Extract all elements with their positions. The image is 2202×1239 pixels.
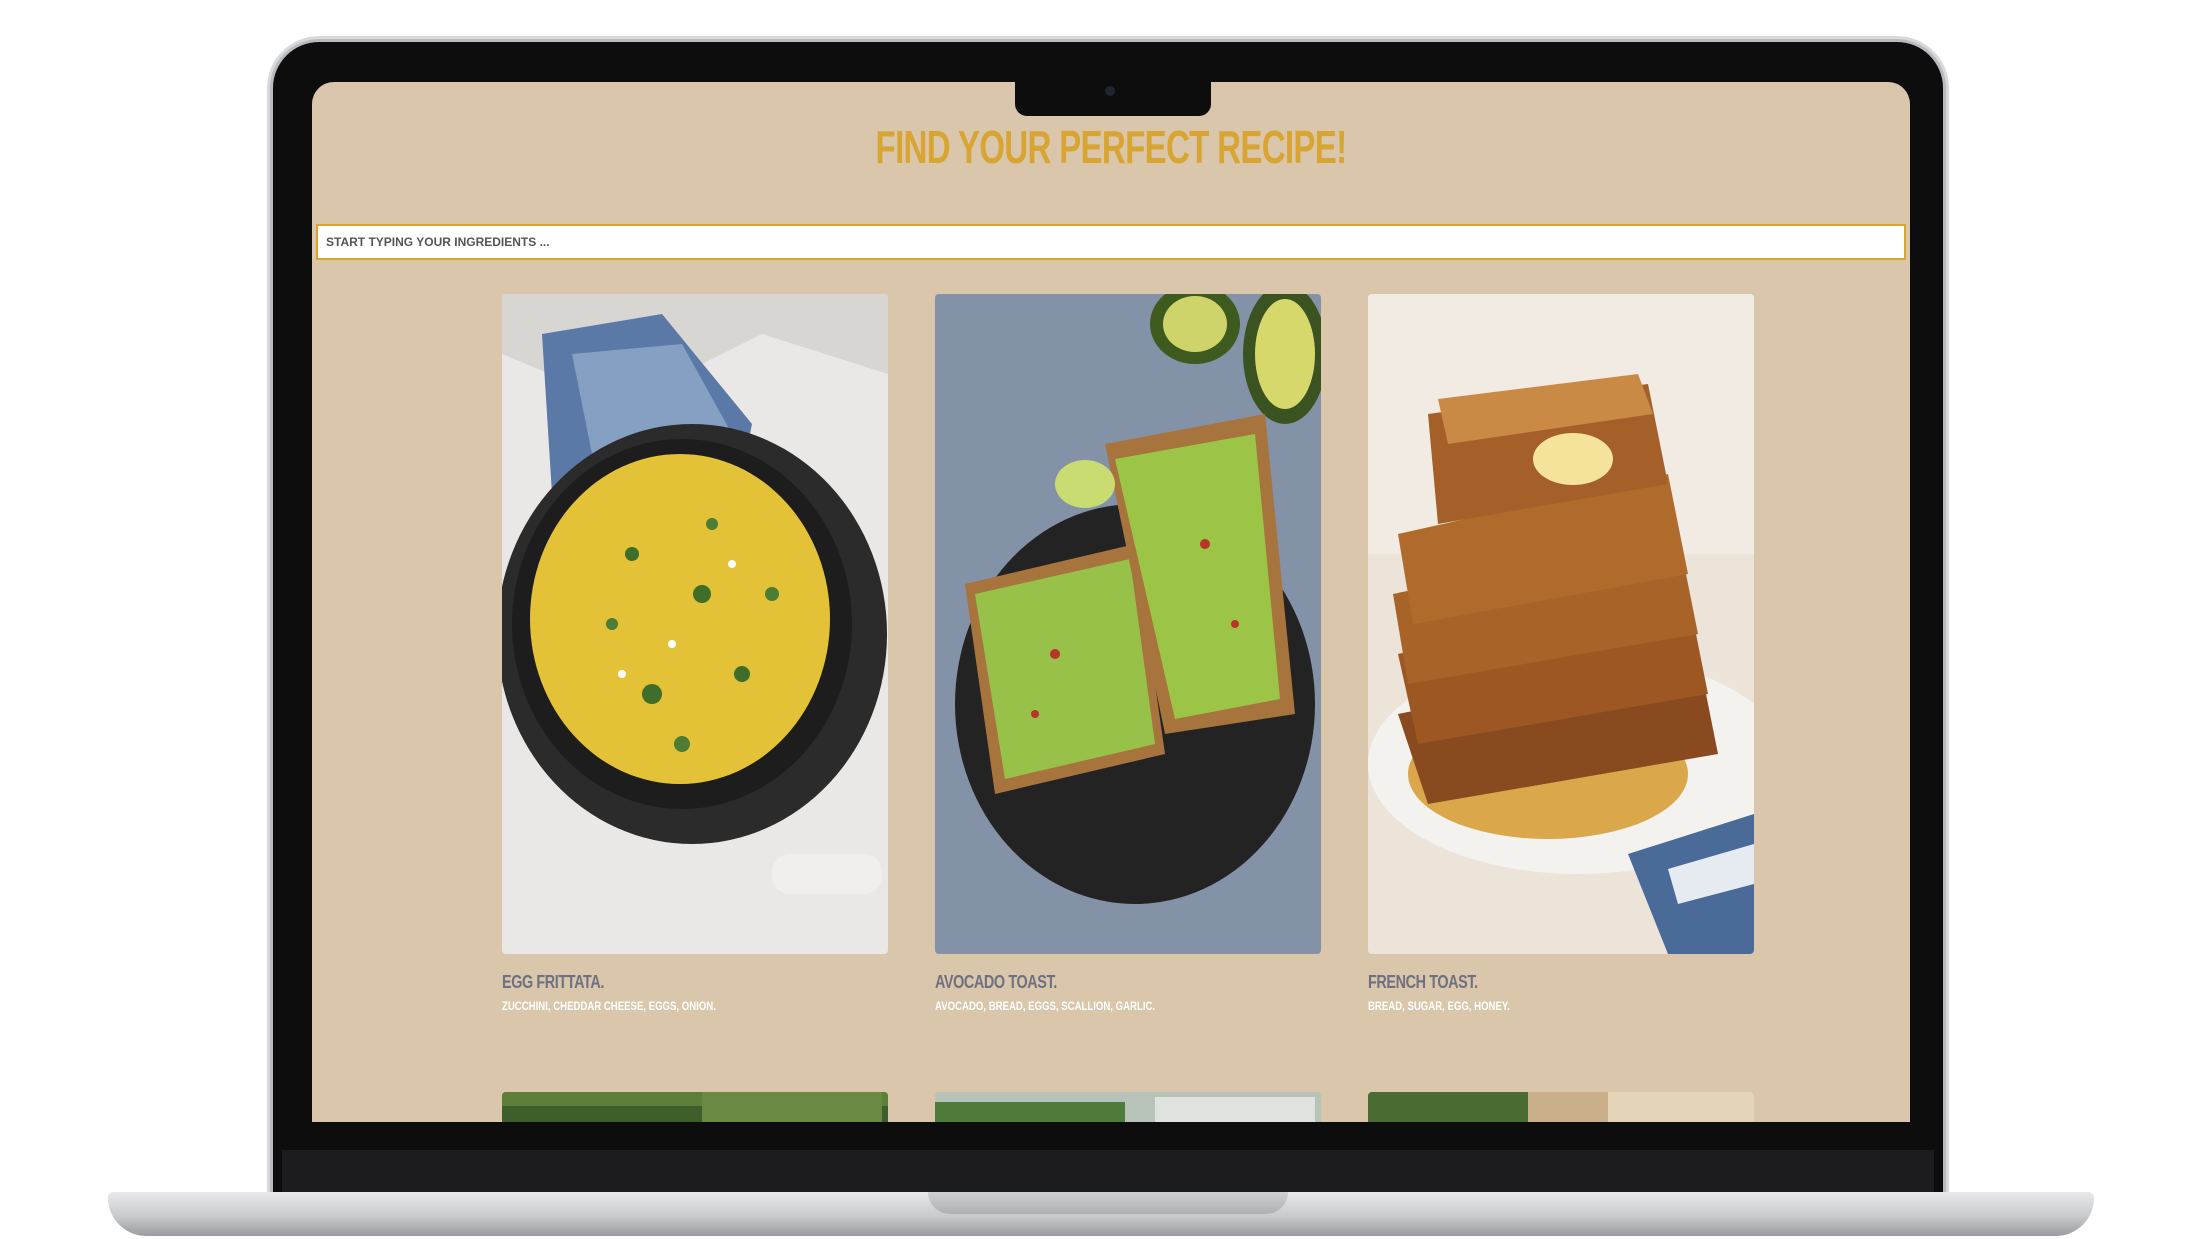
recipe-card-row2-1-photo[interactable] (502, 1092, 888, 1122)
laptop-bezel-chin (282, 1150, 1934, 1192)
page-title: FIND YOUR PERFECT RECIPE! (875, 121, 1348, 173)
egg-frittata-photo[interactable] (502, 294, 888, 954)
recipe-ingredients: BREAD, SUGAR, EGG, HONEY. (1368, 999, 1510, 1013)
recipe-ingredients: AVOCADO, BREAD, EGGS, SCALLION, GARLIC. (935, 999, 1156, 1013)
recipe-card-row2-3-photo[interactable] (1368, 1092, 1754, 1122)
recipe-title[interactable]: FRENCH TOAST. (1368, 972, 1677, 993)
recipe-title[interactable]: EGG FRITTATA. (502, 972, 811, 993)
recipe-card-egg-frittata[interactable]: EGG FRITTATA. ZUCCHINI, CHEDDAR CHEESE, … (502, 294, 888, 1013)
recipe-card-avocado-toast[interactable]: AVOCADO TOAST. AVOCADO, BREAD, EGGS, SCA… (935, 294, 1321, 1013)
app-screen: FIND YOUR PERFECT RECIPE! EGG FRITTATA. (312, 82, 1910, 1122)
recipe-ingredients: ZUCCHINI, CHEDDAR CHEESE, EGGS, ONION. (502, 999, 716, 1013)
ingredients-search-input[interactable] (316, 224, 1906, 260)
french-toast-photo[interactable] (1368, 294, 1754, 954)
recipe-card-row2-2-photo[interactable] (935, 1092, 1321, 1122)
avocado-toast-photo[interactable] (935, 294, 1321, 954)
recipe-title[interactable]: AVOCADO TOAST. (935, 972, 1244, 993)
camera-icon (1105, 86, 1115, 96)
laptop-opening-notch (928, 1192, 1288, 1214)
recipe-card-french-toast[interactable]: FRENCH TOAST. BREAD, SUGAR, EGG, HONEY. (1368, 294, 1754, 1013)
